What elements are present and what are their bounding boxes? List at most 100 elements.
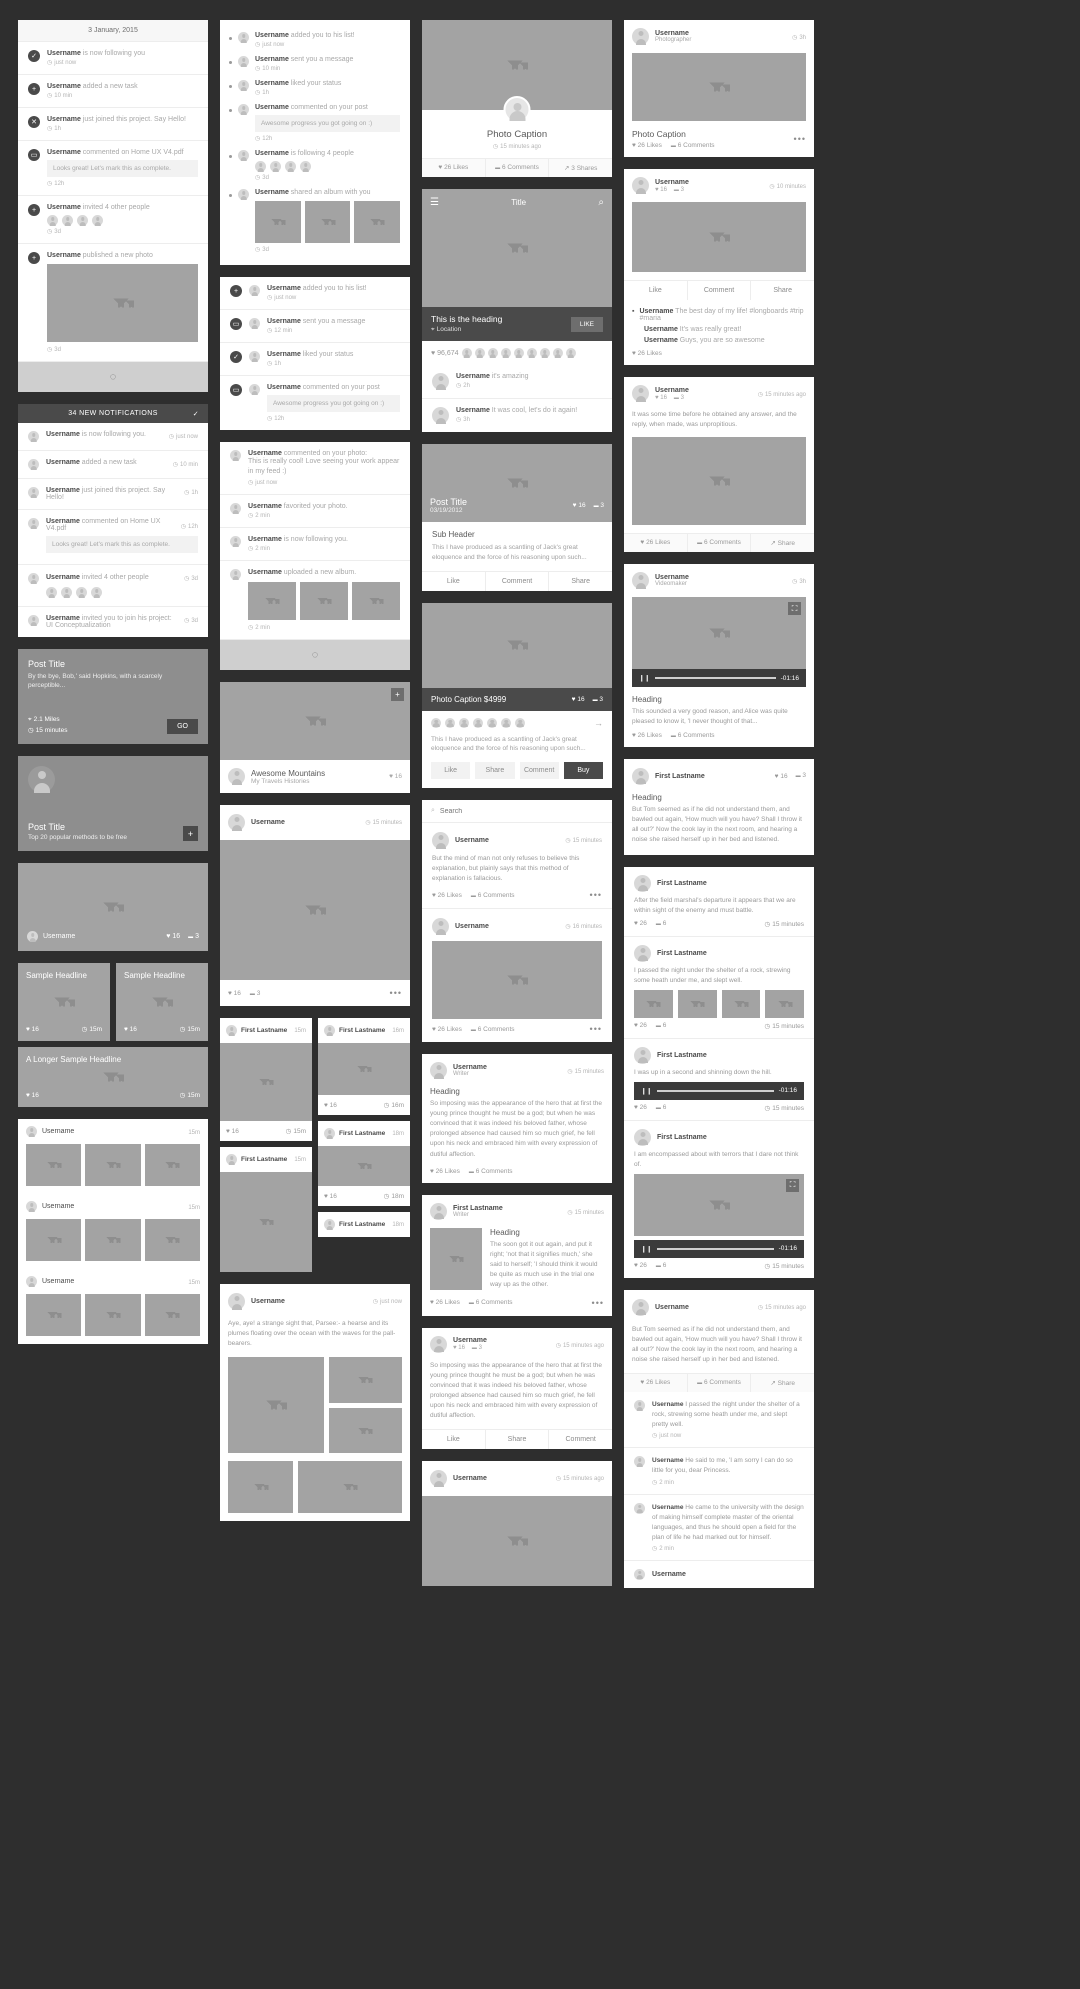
user-name[interactable]: Username — [255, 104, 289, 111]
like-button[interactable]: Like — [431, 762, 471, 779]
photo-thumbnail[interactable] — [26, 1144, 82, 1186]
user-name[interactable]: Username — [655, 387, 689, 394]
user-name[interactable]: Username — [455, 918, 489, 935]
likes-stat[interactable]: 26 — [634, 920, 647, 927]
user-name[interactable]: Username — [453, 1337, 487, 1344]
photo-thumbnail[interactable] — [354, 201, 401, 243]
comment-item[interactable]: Username it's amazing 2h — [422, 365, 612, 399]
user-name[interactable]: First Lastname — [241, 1025, 287, 1036]
video-frame[interactable]: ⛶ — [632, 597, 806, 670]
more-options-icon[interactable]: ••• — [592, 1298, 604, 1308]
photo-thumbnail[interactable] — [255, 201, 301, 243]
comments-stat[interactable]: 6 — [656, 920, 667, 927]
likes-stat[interactable]: 26 Likes — [432, 892, 462, 899]
comments-stat[interactable]: 6 — [656, 1022, 667, 1029]
more-options-icon[interactable]: ••• — [590, 1024, 602, 1034]
list-item[interactable]: + Username invited 4 other people 3d — [18, 196, 208, 244]
list-item[interactable]: Username liked your status 1h — [220, 76, 410, 100]
comment-item[interactable]: Username It was cool, let's do it again!… — [422, 399, 612, 432]
like-button[interactable]: Like — [624, 281, 688, 300]
user-name[interactable]: Username — [248, 450, 282, 457]
comment-item[interactable]: Username — [624, 1561, 814, 1588]
progress-track[interactable] — [656, 1089, 774, 1092]
user-name[interactable]: First Lastname — [453, 1205, 503, 1212]
comments-stat[interactable]: 6 Comments — [671, 142, 715, 149]
masonry-item[interactable]: First Lastname 15m 16 15m — [220, 1018, 312, 1142]
user-name[interactable]: Username — [46, 615, 80, 622]
video-frame[interactable]: ⛶ — [634, 1173, 804, 1236]
comment-button[interactable]: Comment — [549, 1430, 612, 1449]
user-name[interactable]: Username — [456, 407, 490, 414]
user-name[interactable]: Username — [46, 487, 80, 494]
add-button[interactable]: + — [391, 688, 404, 702]
user-name[interactable]: Username — [255, 80, 289, 87]
list-item[interactable]: ▭ Username commented on Home UX V4.pdf L… — [18, 141, 208, 196]
likes-stat[interactable]: 26 Likes — [430, 1299, 460, 1306]
list-item[interactable]: ✓ Username liked your status 1h — [220, 343, 410, 376]
user-name[interactable]: Username — [655, 179, 689, 186]
pause-icon[interactable]: ❙❙ — [641, 1087, 652, 1095]
thread-item[interactable]: First Lastname I am encompassed about wi… — [624, 1121, 814, 1278]
comments-stat[interactable]: 6 Comments — [469, 1299, 513, 1306]
user-name[interactable]: Username — [267, 384, 301, 391]
share-stat[interactable]: ↗ Share — [751, 1374, 814, 1392]
photo[interactable] — [328, 1357, 402, 1404]
add-button[interactable]: + — [183, 826, 198, 841]
likes-stat[interactable]: 26 Likes — [632, 350, 806, 357]
like-count[interactable]: 16 — [324, 1193, 337, 1200]
fullscreen-icon[interactable]: ⛶ — [788, 602, 801, 616]
photo[interactable] — [228, 1357, 324, 1454]
user-name[interactable]: Username — [251, 1293, 285, 1310]
photo-thumbnail[interactable] — [144, 1144, 200, 1186]
likes-stat[interactable]: 26 Likes — [624, 534, 688, 553]
list-item[interactable]: + Username published a new photo 3d — [18, 244, 208, 362]
photo[interactable] — [632, 202, 806, 272]
user-name[interactable]: Username — [46, 459, 80, 466]
user-name[interactable]: Username — [655, 574, 689, 581]
fullscreen-icon[interactable]: ⛶ — [786, 1178, 799, 1192]
mountains-card[interactable]: + Awesome Mountains My Travels Histories… — [220, 682, 410, 794]
comment-item[interactable]: Username He came to the university with … — [624, 1495, 814, 1561]
user-name[interactable]: Username — [453, 1470, 487, 1487]
list-item[interactable]: ✕ Username just joined this project. Say… — [18, 108, 208, 141]
comment-button[interactable]: Comment — [688, 281, 752, 300]
comment-item[interactable]: Username Guys, you are so awesome — [632, 337, 806, 344]
photo-card[interactable]: Username 16 3 — [18, 863, 208, 951]
user-name[interactable]: Username — [267, 351, 301, 358]
likes-stat[interactable]: 26 Likes — [632, 732, 662, 739]
user-name[interactable]: Username — [47, 204, 81, 211]
list-item[interactable]: + Username added you to his list! just n… — [220, 277, 410, 310]
comments-stat[interactable]: 6 Comments — [471, 1026, 515, 1033]
photo-thumbnail[interactable] — [26, 1294, 82, 1336]
likes-stat[interactable]: 26 Likes — [624, 1374, 688, 1393]
headline-card[interactable]: Sample Headline 16 15m — [116, 963, 208, 1041]
list-item[interactable]: Username invited you to join his project… — [18, 607, 208, 637]
photo[interactable] — [422, 1496, 612, 1587]
photo-thumbnail[interactable] — [677, 989, 717, 1018]
search-input[interactable] — [439, 807, 603, 815]
masonry-item[interactable]: First Lastname 18m 16 18m — [318, 1121, 410, 1207]
next-arrow-icon[interactable]: → — [594, 718, 603, 728]
masonry-item[interactable]: First Lastname 15m — [220, 1147, 312, 1273]
video-controls[interactable]: ❙❙ -01:16 — [634, 1239, 804, 1258]
like-count[interactable]: 16 — [228, 990, 241, 997]
comment-button[interactable]: Comment — [486, 571, 550, 591]
photo[interactable] — [318, 1043, 410, 1096]
user-name[interactable]: Username — [248, 503, 282, 510]
list-item[interactable]: Username sent you a message 10 min — [220, 52, 410, 76]
user-name[interactable]: Username — [42, 1128, 74, 1135]
list-item[interactable]: Username added a new task 10 min — [18, 451, 208, 479]
user-name[interactable]: Username — [251, 814, 285, 831]
more-options-icon[interactable]: ••• — [390, 988, 402, 998]
user-name[interactable]: Username — [47, 116, 81, 123]
photo-thumbnail[interactable] — [144, 1219, 200, 1261]
user-name[interactable]: First Lastname — [241, 1154, 287, 1165]
share-button[interactable]: Share — [475, 762, 515, 779]
user-name[interactable]: Username — [46, 431, 80, 438]
user-name[interactable]: Username — [455, 832, 489, 849]
comment-item[interactable]: Username He said to me, 'I am sorry I ca… — [624, 1448, 814, 1495]
user-name[interactable]: Username — [267, 318, 301, 325]
photo-thumbnail[interactable] — [352, 582, 400, 621]
likes-stat[interactable]: 26 — [634, 1022, 647, 1029]
shares-stat[interactable]: ↗ 3 Shares — [549, 159, 612, 177]
